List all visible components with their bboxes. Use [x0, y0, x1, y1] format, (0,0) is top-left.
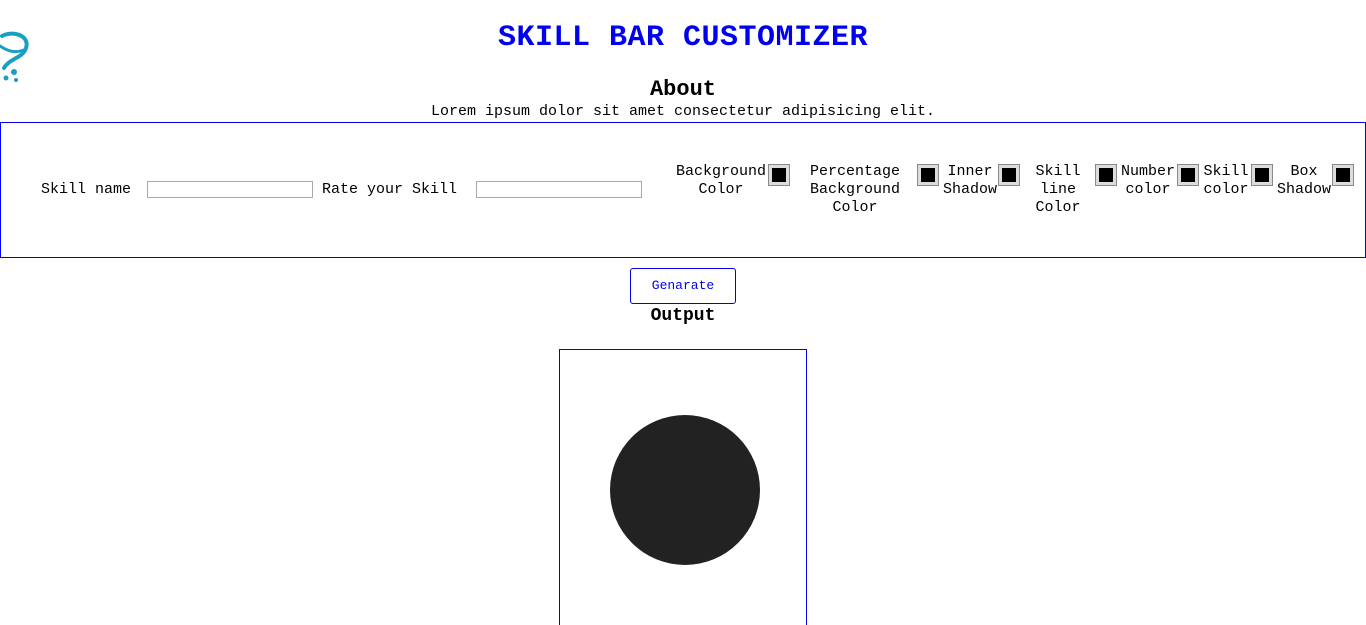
skill-line-color-picker[interactable] [1095, 164, 1117, 186]
about-heading: About [649, 77, 716, 102]
box-shadow-label: Box Shadow [1276, 163, 1331, 198]
inner-shadow-color-picker[interactable] [998, 164, 1020, 186]
customizer-form: Skill name Rate your Skill Background Co… [0, 122, 1366, 258]
page-title: SKILL BAR CUSTOMIZER [497, 21, 869, 55]
skill-circle [610, 415, 760, 565]
about-text: Lorem ipsum dolor sit amet consectetur a… [430, 103, 936, 120]
background-color-picker[interactable] [768, 164, 790, 186]
skill-name-input[interactable] [147, 181, 313, 198]
background-color-label: Background Color [675, 163, 766, 198]
skill-color-label: Skill color [1203, 163, 1249, 198]
box-shadow-color-picker[interactable] [1332, 164, 1354, 186]
percentage-background-color-picker[interactable] [917, 164, 939, 186]
rate-skill-input[interactable] [476, 181, 642, 198]
page: SKILL BAR CUSTOMIZER About Lorem ipsum d… [0, 0, 1366, 625]
output-preview [559, 349, 807, 625]
inner-shadow-label: Inner Shadow [942, 163, 997, 198]
skill-color-picker[interactable] [1251, 164, 1273, 186]
rate-skill-label: Rate your Skill [322, 181, 458, 198]
number-color-label: Number color [1120, 163, 1175, 198]
output-heading: Output [650, 306, 716, 326]
skill-line-color-label: Skill line Color [1035, 163, 1081, 216]
number-color-picker[interactable] [1177, 164, 1199, 186]
percentage-background-color-label: Percentage Background Color [809, 163, 900, 216]
generate-button[interactable]: Genarate [630, 268, 736, 304]
skill-name-label: Skill name [41, 181, 132, 198]
